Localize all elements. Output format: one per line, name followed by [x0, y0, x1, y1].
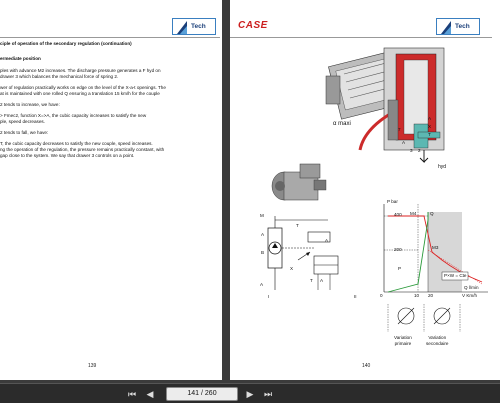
body-line: drawer 3 which balances the mechanical f… — [0, 74, 119, 79]
next-page-button[interactable]: ▶ — [244, 388, 256, 400]
variation-secondaire: Variation secondaire — [426, 335, 449, 346]
chart-ylabel: P bar — [387, 199, 398, 204]
page-gutter — [222, 0, 230, 383]
roman-one: I — [268, 294, 270, 299]
prev-page-button[interactable]: ◀ — [144, 388, 156, 400]
triangle-logo-icon — [177, 21, 187, 34]
pump-photo — [271, 163, 327, 201]
schem-a3: A — [320, 278, 324, 283]
chart-x10: 10 — [414, 293, 420, 298]
header-rule — [0, 37, 220, 38]
body-line: 2 tends to fall, we have: — [0, 130, 49, 135]
tech-logo-text: Tech — [191, 23, 206, 30]
pump-cutaway-illustration — [325, 47, 445, 164]
chart-x20: 20 — [428, 293, 434, 298]
triangle-logo-icon — [441, 21, 451, 34]
header-rule — [230, 37, 492, 38]
first-page-button[interactable]: ⏮ — [126, 388, 138, 400]
left-header-title: ciple of operation of the secondary regu… — [0, 41, 132, 46]
page-number: 139 — [88, 363, 97, 369]
callout-a: A — [428, 116, 432, 121]
chart-q-curve: Q l/min — [464, 285, 479, 290]
callout-2: 2 — [418, 148, 421, 153]
page-indicator-input[interactable]: 141 / 260 — [166, 387, 238, 401]
schem-b: B — [261, 250, 265, 255]
page-140: CASE Tech α maxi 7 A X T A 3 2 hyd M T A… — [230, 0, 500, 380]
chart-q-top: Q — [430, 211, 434, 216]
case-logo: CASE — [238, 20, 268, 31]
page-number: 140 — [362, 363, 371, 369]
roman-two: II — [354, 294, 357, 299]
schem-t2: T — [310, 278, 313, 283]
last-page-button[interactable]: ⏭ — [262, 388, 274, 400]
chart-m4: M4 — [410, 211, 417, 216]
body-line: ple, speed decreases. — [0, 119, 45, 124]
schem-a2: A — [325, 238, 329, 243]
hyd-label: hyd — [438, 164, 447, 170]
hydraulic-schematic — [267, 216, 339, 290]
callout-x: X — [428, 124, 432, 129]
variation-primaire: Variation primaire — [394, 335, 412, 346]
chart-formula: P×W = Cte — [444, 273, 467, 278]
tritech-logo: Tech — [436, 18, 480, 35]
chart-x0: 0 — [380, 293, 383, 298]
schem-m: M — [260, 213, 264, 218]
page-navigation-toolbar: ⏮ ◀ 141 / 260 ▶ ⏭ — [0, 383, 500, 403]
callout-a2: A — [402, 140, 406, 145]
tritech-logo: Tech — [172, 18, 216, 35]
tech-logo-text: Tech — [455, 23, 470, 30]
callout-t: T — [428, 132, 431, 137]
body-line: gap close to the system. We say that dra… — [0, 153, 135, 158]
body-line: at is maintained with one rolled Q ensur… — [0, 91, 160, 96]
alpha-maxi-label: α maxi — [333, 121, 351, 127]
callout-3: 3 — [410, 148, 413, 153]
schem-a4: A — [260, 282, 264, 287]
schem-a: A — [261, 232, 265, 237]
chart-y200: 200 — [394, 247, 402, 252]
page-139: Tech ciple of operation of the secondary… — [0, 0, 222, 380]
variation-symbols — [387, 304, 461, 332]
section-title: ermediate position — [0, 56, 41, 61]
document-viewer: Tech ciple of operation of the secondary… — [0, 0, 500, 383]
callout-7: 7 — [398, 127, 401, 132]
chart-y400: 400 — [394, 212, 402, 217]
chart-p: P — [398, 266, 402, 271]
body-line: 2 tends to increase, we have: — [0, 102, 60, 107]
chart-xlabel: V Km/h — [462, 293, 478, 298]
schem-t: T — [296, 223, 299, 228]
chart-m3: M3 — [432, 245, 439, 250]
schem-x: X — [290, 266, 294, 271]
